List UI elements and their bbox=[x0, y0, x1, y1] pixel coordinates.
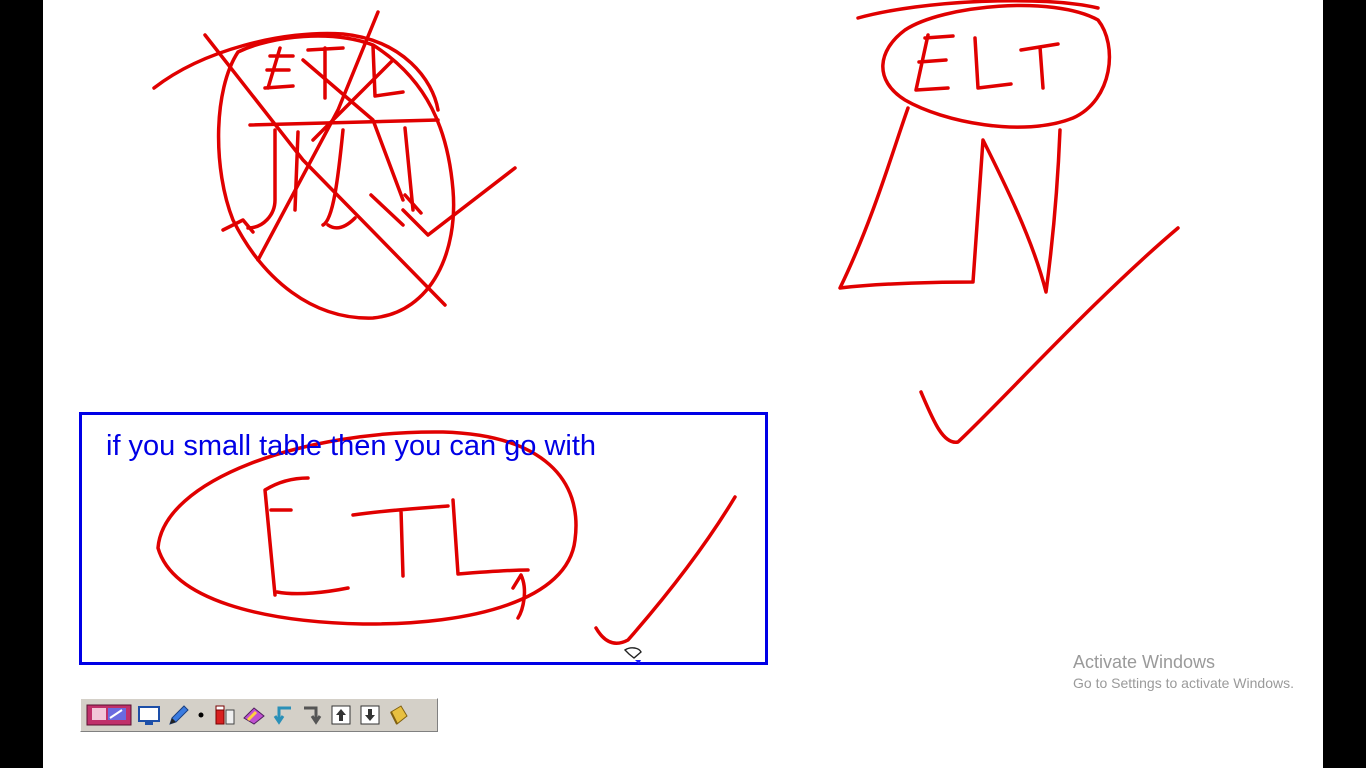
left-etl-diagram bbox=[152, 10, 517, 320]
right-elt-diagram bbox=[838, 0, 1180, 444]
page-up-tool[interactable] bbox=[327, 702, 354, 728]
page-down-icon bbox=[360, 705, 379, 725]
eraser-tool[interactable] bbox=[240, 702, 267, 728]
marker-icon bbox=[215, 705, 234, 725]
activate-windows-watermark: Activate Windows Go to Settings to activ… bbox=[1073, 651, 1294, 693]
mouse-pointer-icon bbox=[623, 647, 642, 664]
redo-tool[interactable] bbox=[298, 702, 325, 728]
pen-tool[interactable] bbox=[164, 702, 191, 728]
redo-arrow-icon bbox=[303, 706, 321, 725]
annotation-text: if you small table then you can go with bbox=[106, 430, 597, 462]
whiteboard-tool[interactable] bbox=[135, 702, 162, 728]
dot-size-tool[interactable] bbox=[193, 702, 209, 728]
pen-icon bbox=[168, 705, 189, 725]
annotation-text-box[interactable]: if you small table then you can go with bbox=[79, 412, 768, 665]
screen-mode-tool[interactable] bbox=[85, 702, 133, 728]
monitor-icon bbox=[137, 706, 160, 725]
watermark-subtitle: Go to Settings to activate Windows. bbox=[1073, 675, 1294, 691]
marker-tool[interactable] bbox=[211, 702, 238, 728]
bucket-icon bbox=[389, 705, 408, 725]
undo-arrow-icon bbox=[273, 706, 291, 725]
drawing-canvas[interactable]: if you small table then you can go with … bbox=[43, 0, 1323, 768]
clear-tool[interactable] bbox=[385, 702, 412, 728]
screen-mode-icon bbox=[86, 704, 132, 726]
annotation-toolbar bbox=[80, 698, 438, 732]
eraser-icon bbox=[242, 707, 265, 725]
page-down-tool[interactable] bbox=[356, 702, 383, 728]
undo-tool[interactable] bbox=[269, 702, 296, 728]
page-up-icon bbox=[331, 705, 350, 725]
dot-icon bbox=[198, 712, 204, 718]
watermark-title: Activate Windows bbox=[1073, 652, 1216, 672]
